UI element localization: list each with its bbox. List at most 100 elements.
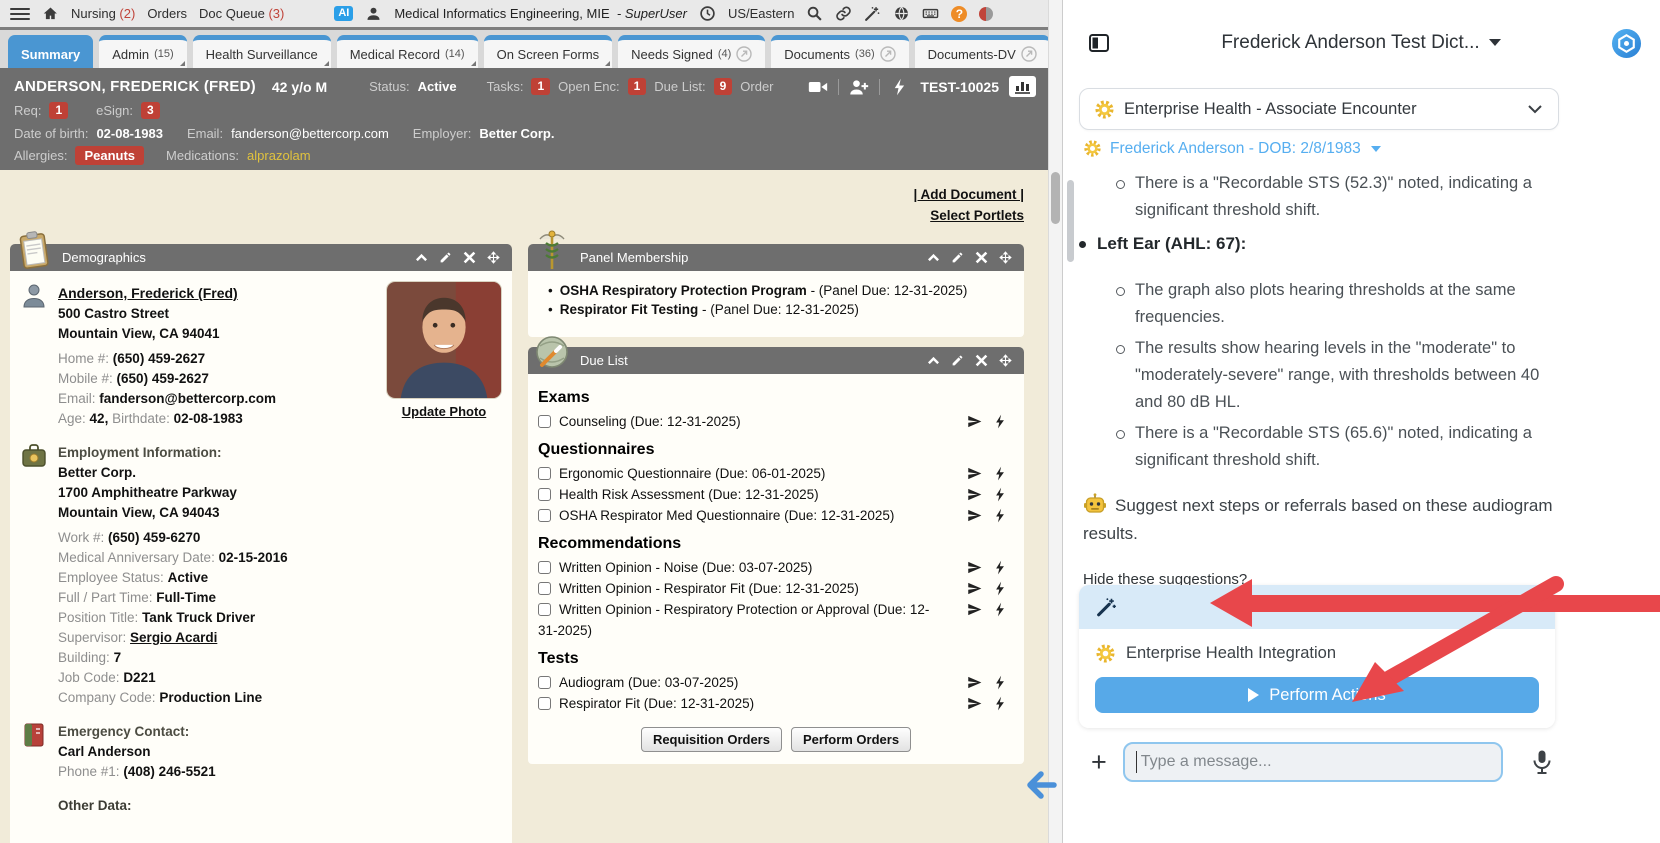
link-icon[interactable]: [835, 5, 852, 22]
edit-pencil-icon[interactable]: [951, 251, 964, 264]
patient-name[interactable]: ANDERSON, FREDERICK (FRED): [14, 78, 256, 95]
clock-icon[interactable]: [699, 5, 716, 22]
conversation-title-dropdown[interactable]: Frederick Anderson Test Dict...: [1111, 32, 1611, 54]
microphone-icon[interactable]: [1531, 749, 1553, 775]
requisition-orders-button[interactable]: Requisition Orders: [641, 727, 782, 752]
timezone-label[interactable]: US/Eastern: [728, 6, 794, 21]
close-x-icon[interactable]: [975, 354, 988, 367]
external-link-icon[interactable]: [736, 46, 752, 62]
ai-panel-scrollbar-thumb[interactable]: [1067, 180, 1074, 262]
send-order-icon[interactable]: [967, 560, 982, 575]
tab-medical-record[interactable]: Medical Record(14): [337, 35, 478, 68]
tab-health-surveillance[interactable]: Health Surveillance: [193, 35, 331, 68]
ai-badge[interactable]: AI: [334, 6, 353, 21]
checkbox[interactable]: [538, 697, 551, 710]
send-order-icon[interactable]: [967, 487, 982, 502]
search-icon[interactable]: [806, 5, 823, 22]
message-input[interactable]: [1123, 742, 1503, 782]
nav-orders[interactable]: Orders: [147, 6, 187, 21]
collapse-chevron-icon[interactable]: [927, 354, 940, 367]
send-order-icon[interactable]: [967, 602, 982, 617]
tab-documents-dv[interactable]: Documents-DV: [915, 35, 1048, 68]
send-order-icon[interactable]: [967, 508, 982, 523]
close-x-icon[interactable]: [975, 251, 988, 264]
perform-actions-button[interactable]: Perform Actions: [1095, 677, 1539, 713]
checkbox[interactable]: [538, 582, 551, 595]
due-list-header[interactable]: Due List: [528, 347, 1024, 374]
update-photo-link[interactable]: Update Photo: [402, 404, 487, 419]
add-person-icon[interactable]: [849, 78, 869, 96]
perform-orders-button[interactable]: Perform Orders: [791, 727, 911, 752]
home-icon[interactable]: [42, 5, 59, 22]
send-order-icon[interactable]: [967, 414, 982, 429]
req-count-badge[interactable]: 1: [49, 102, 68, 119]
perform-bolt-icon[interactable]: [993, 560, 1008, 575]
tab-needs-signed[interactable]: Needs Signed(4): [618, 35, 765, 68]
medication-value[interactable]: alprazolam: [247, 148, 311, 163]
move-cross-icon[interactable]: [487, 251, 500, 264]
open-enc-count-badge[interactable]: 1: [628, 78, 647, 95]
external-link-icon[interactable]: [1021, 46, 1037, 62]
patient-name-link[interactable]: Anderson, Frederick (Fred): [58, 285, 238, 301]
perform-bolt-icon[interactable]: [993, 508, 1008, 523]
collapse-chevron-icon[interactable]: [927, 251, 940, 264]
main-scrollbar[interactable]: [1048, 0, 1062, 843]
keyboard-icon[interactable]: [922, 5, 939, 22]
add-attachment-button[interactable]: +: [1091, 749, 1107, 776]
main-scrollbar-thumb[interactable]: [1051, 172, 1060, 224]
flowsheet-chart-button[interactable]: [1009, 76, 1036, 97]
move-cross-icon[interactable]: [999, 354, 1012, 367]
perform-bolt-icon[interactable]: [993, 675, 1008, 690]
perform-bolt-icon[interactable]: [993, 466, 1008, 481]
tab-on-screen-forms[interactable]: On Screen Forms: [484, 35, 613, 68]
nav-doc-queue[interactable]: Doc Queue (3): [199, 6, 284, 21]
panel-membership-header[interactable]: Panel Membership: [528, 244, 1024, 271]
add-document-link[interactable]: | Add Document |: [913, 184, 1024, 205]
send-order-icon[interactable]: [967, 675, 982, 690]
wand-icon[interactable]: [864, 5, 881, 22]
perform-bolt-icon[interactable]: [993, 581, 1008, 596]
panel-toggle-icon[interactable]: [1087, 31, 1111, 55]
org-name[interactable]: Medical Informatics Engineering, MIE - S…: [394, 6, 687, 21]
tab-summary[interactable]: Summary: [8, 35, 93, 68]
external-link-icon[interactable]: [880, 46, 896, 62]
tab-documents[interactable]: Documents(36): [771, 35, 908, 68]
help-icon[interactable]: ?: [951, 6, 967, 22]
send-order-icon[interactable]: [967, 466, 982, 481]
video-camera-icon[interactable]: [808, 78, 828, 96]
encounter-id[interactable]: TEST-10025: [920, 79, 999, 95]
allergy-badge[interactable]: Peanuts: [75, 146, 144, 165]
checkbox[interactable]: [538, 488, 551, 501]
encounter-selector-card[interactable]: Enterprise Health - Associate Encounter: [1079, 88, 1559, 130]
perform-bolt-icon[interactable]: [993, 414, 1008, 429]
send-order-icon[interactable]: [967, 696, 982, 711]
demographics-portlet-header[interactable]: Demographics: [10, 244, 512, 271]
perform-bolt-icon[interactable]: [993, 602, 1008, 617]
collapse-chevron-icon[interactable]: [415, 251, 428, 264]
perform-bolt-icon[interactable]: [993, 487, 1008, 502]
hamburger-menu-icon[interactable]: [10, 7, 30, 21]
checkbox[interactable]: [538, 676, 551, 689]
select-portlets-link[interactable]: Select Portlets: [913, 205, 1024, 226]
checkbox[interactable]: [538, 509, 551, 522]
due-list-count-badge[interactable]: 9: [714, 78, 733, 95]
checkbox[interactable]: [538, 415, 551, 428]
move-cross-icon[interactable]: [999, 251, 1012, 264]
edit-pencil-icon[interactable]: [951, 354, 964, 367]
checkbox[interactable]: [538, 603, 551, 616]
close-x-icon[interactable]: [463, 251, 476, 264]
nav-nursing[interactable]: Nursing (2): [71, 6, 135, 21]
edit-pencil-icon[interactable]: [439, 251, 452, 264]
tab-admin[interactable]: Admin(15): [99, 35, 186, 68]
perform-bolt-icon[interactable]: [993, 696, 1008, 711]
patient-context-link[interactable]: Frederick Anderson - DOB: 2/8/1983: [1083, 139, 1381, 158]
order-menu[interactable]: Order: [740, 79, 773, 94]
esign-count-badge[interactable]: 3: [141, 102, 160, 119]
globe-icon[interactable]: [893, 5, 910, 22]
chevron-down-icon[interactable]: [1526, 100, 1544, 118]
checkbox[interactable]: [538, 561, 551, 574]
tasks-count-badge[interactable]: 1: [531, 78, 550, 95]
send-order-icon[interactable]: [967, 581, 982, 596]
panel-collapse-arrow-icon[interactable]: [1026, 770, 1058, 800]
checkbox[interactable]: [538, 467, 551, 480]
